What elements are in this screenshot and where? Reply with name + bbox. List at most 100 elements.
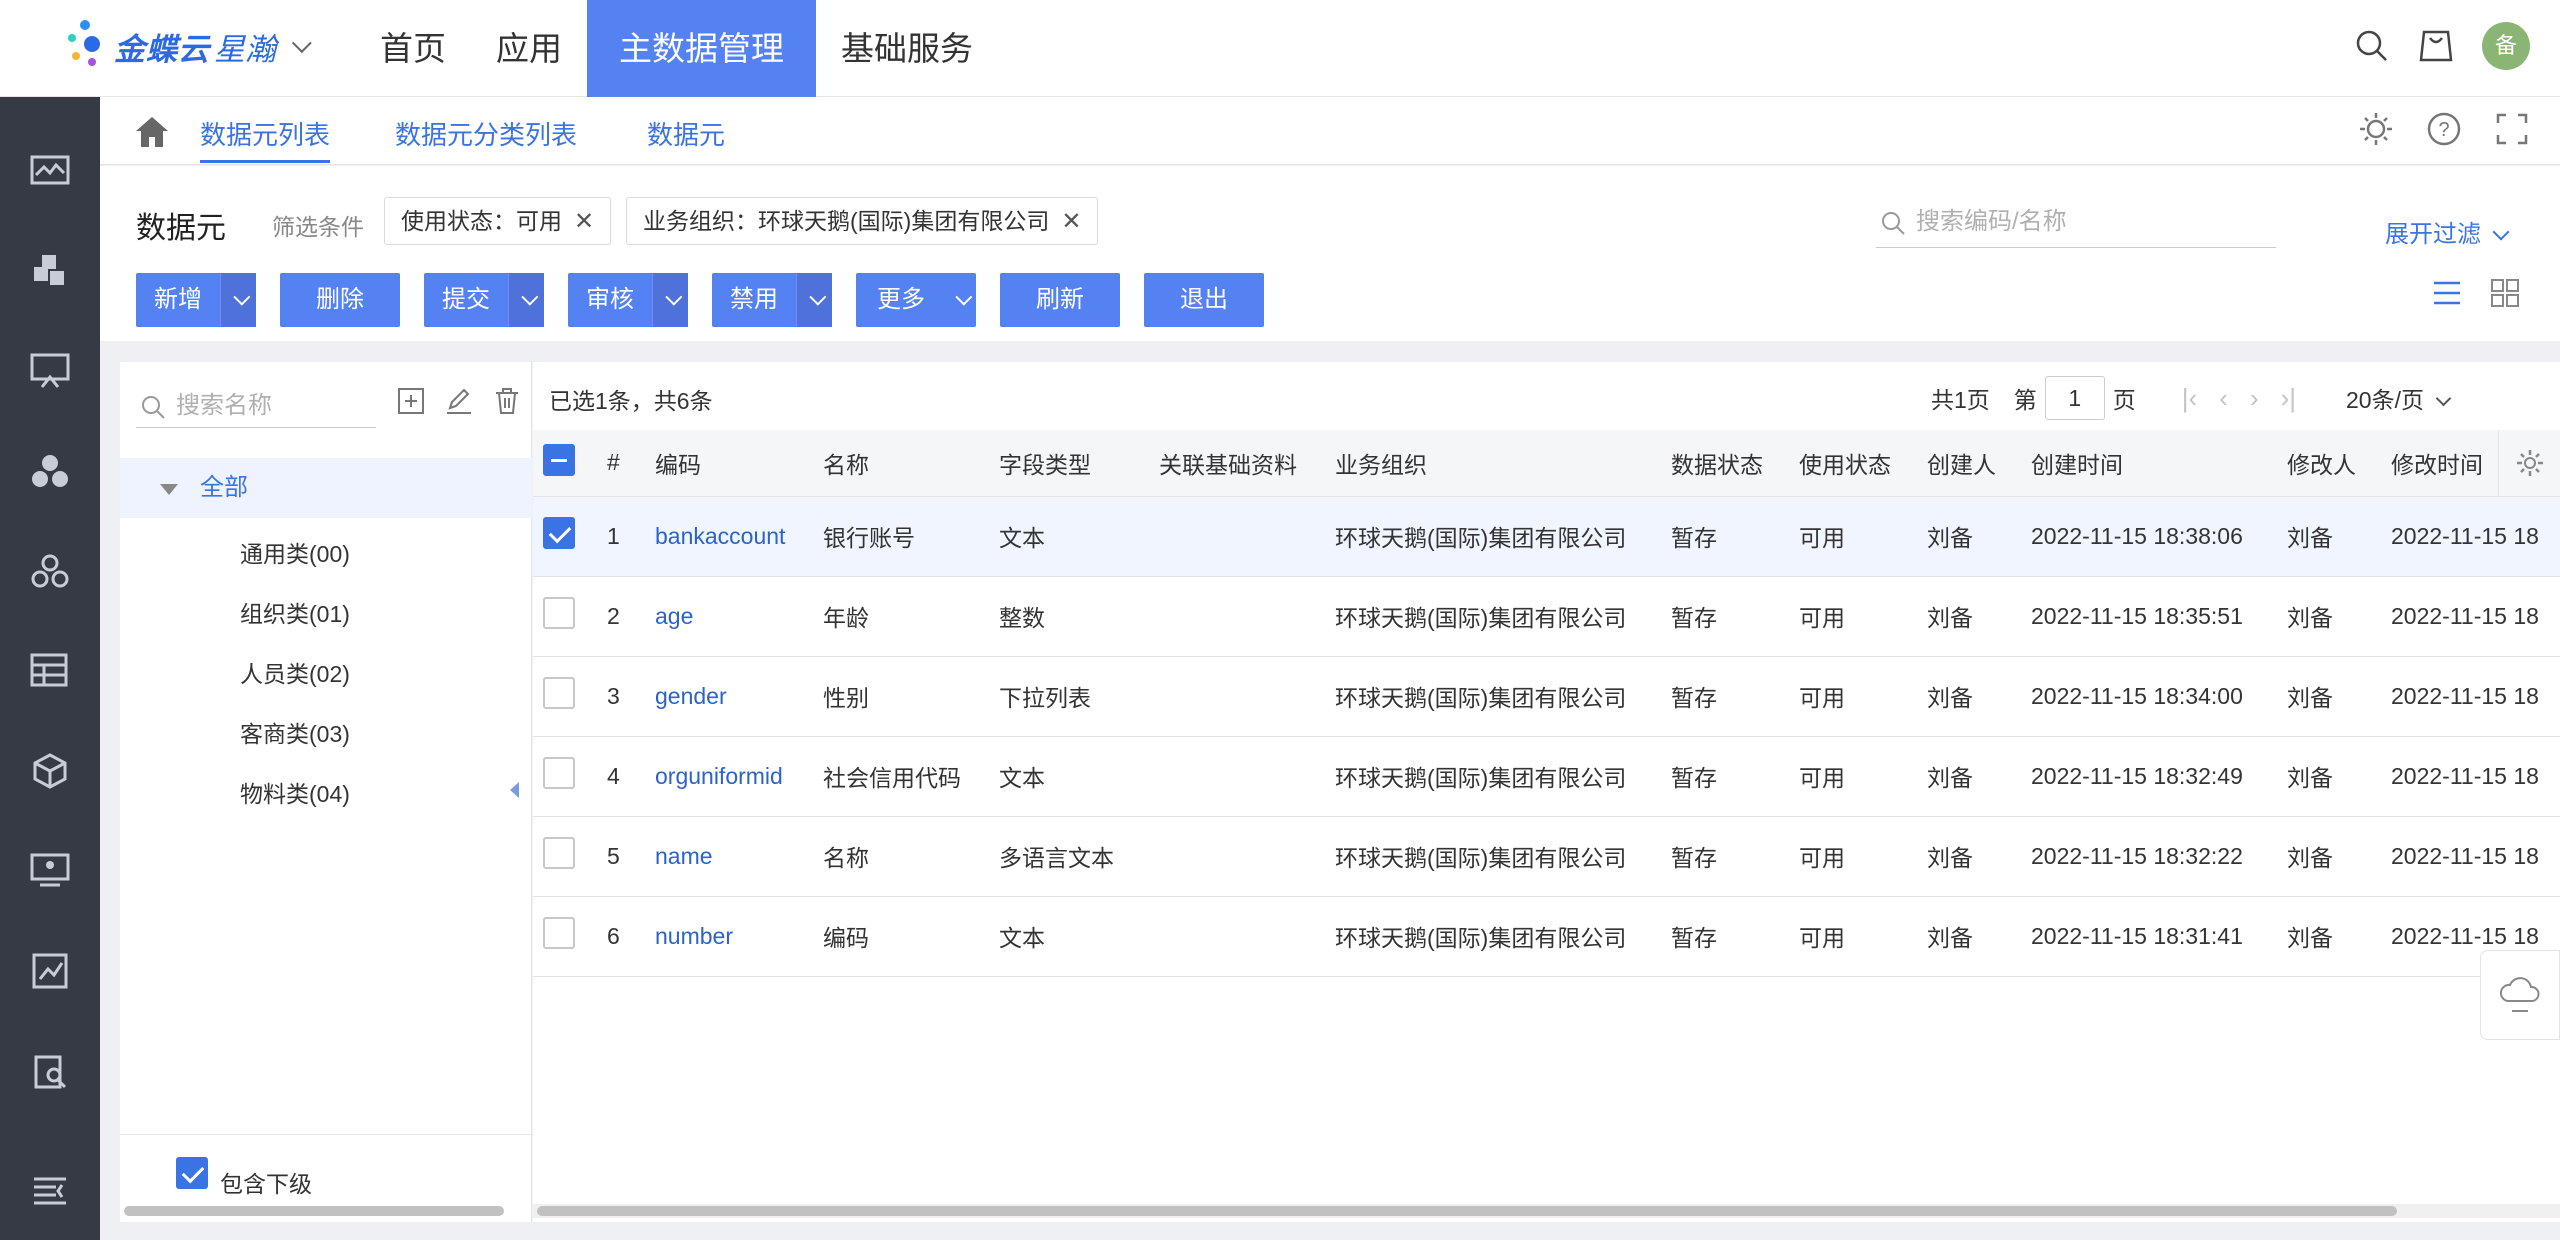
last-page-icon[interactable]: ›| [2281,383,2296,414]
row-checkbox[interactable] [543,837,575,869]
chevron-down-icon[interactable] [796,273,832,327]
chevron-down-icon[interactable] [508,273,544,327]
sidebar-report-icon[interactable] [26,947,74,995]
column-header[interactable]: 字段类型 [989,430,1149,497]
row-checkbox[interactable] [543,597,575,629]
tree-scrollbar[interactable] [124,1206,504,1216]
table-row[interactable]: 6 number 编码 文本 环球天鹅(国际)集团有限公司 暂存 可用 刘备 2022-11-1… [533,896,2560,977]
close-icon[interactable]: ✕ [574,208,594,235]
first-page-icon[interactable]: |‹ [2182,383,2197,414]
sidebar-collapse-icon[interactable] [26,1167,74,1215]
column-header[interactable]: 数据状态 [1661,430,1789,497]
audit-button[interactable]: 审核 [568,273,688,327]
table-row[interactable]: 2 age 年龄 整数 环球天鹅(国际)集团有限公司 暂存 可用 刘备 2022-11-15 1… [533,576,2560,657]
column-header[interactable]: 修改人 [2277,430,2381,497]
table-row[interactable]: 1 bankaccount 银行账号 文本 环球天鹅(国际)集团有限公司 暂存 可用 刘备 20… [533,496,2560,577]
nav-home[interactable]: 首页 [355,0,471,97]
tree-node-root[interactable]: 全部 [120,458,532,518]
column-header[interactable]: # [597,430,645,497]
help-icon[interactable]: ? [2426,111,2462,147]
table-row[interactable]: 5 name 名称 多语言文本 环球天鹅(国际)集团有限公司 暂存 可用 刘备 2022-11-… [533,816,2560,897]
sidebar-monitor-icon[interactable] [26,347,74,395]
page-size-select[interactable]: 20条/页 [2346,381,2452,415]
row-checkbox[interactable] [543,757,575,789]
search-icon[interactable] [2354,28,2390,64]
filter-chip-use-status[interactable]: 使用状态：可用 ✕ [384,197,612,245]
chevron-down-icon[interactable] [652,273,688,327]
search-input[interactable] [1916,208,2256,236]
avatar[interactable]: 备 [2482,22,2530,70]
submit-button[interactable]: 提交 [424,273,544,327]
chevron-left-icon[interactable] [508,780,520,800]
add-node-icon[interactable] [396,386,426,416]
select-all-checkbox[interactable] [543,443,575,476]
cloud-panel[interactable] [2480,950,2560,1040]
fullscreen-icon[interactable] [2494,111,2530,147]
tab-data-element[interactable]: 数据元 [647,115,725,152]
row-checkbox[interactable] [543,917,575,949]
tab-data-element-category-list[interactable]: 数据元分类列表 [395,115,577,152]
disable-button[interactable]: 禁用 [712,273,832,327]
column-header[interactable]: 名称 [813,430,989,497]
column-settings[interactable] [2498,430,2560,496]
list-view-icon[interactable] [2432,278,2462,308]
tab-data-element-list[interactable]: 数据元列表 [200,115,331,163]
cell-code[interactable]: bankaccount [645,496,813,577]
sidebar-table-icon[interactable] [26,647,74,695]
cell-code[interactable]: age [645,576,813,657]
page-number-input[interactable]: 1 [2044,376,2105,420]
horizontal-scrollbar[interactable] [533,1204,2560,1218]
next-page-icon[interactable]: › [2250,383,2259,414]
column-header[interactable]: 创建时间 [2021,430,2277,497]
table-row[interactable]: 4 orguniformid 社会信用代码 文本 环球天鹅(国际)集团有限公司 暂存 可用刘… [533,736,2560,817]
inbox-icon[interactable] [2418,28,2454,64]
tree-node[interactable]: 客商类(03) [240,715,350,749]
tree-node[interactable]: 人员类(02) [240,655,350,689]
close-icon[interactable]: ✕ [1061,208,1081,235]
tree-node[interactable]: 物料类(04) [240,775,350,809]
prev-page-icon[interactable]: ‹ [2219,383,2228,414]
sidebar-cluster-icon[interactable] [26,447,74,495]
row-checkbox[interactable] [543,517,575,549]
caret-down-icon[interactable] [160,484,178,495]
cell-code[interactable]: gender [645,656,813,737]
edit-icon[interactable] [444,386,474,416]
app-logo[interactable]: 金蝶云 星瀚 [66,14,312,78]
tree-node[interactable]: 组织类(01) [240,595,350,629]
sidebar-cube-icon[interactable] [26,747,74,795]
sidebar-clipboard-search-icon[interactable] [26,1047,74,1095]
column-header[interactable]: 业务组织 [1325,430,1661,497]
nav-apps[interactable]: 应用 [471,0,587,97]
add-button[interactable]: 新增 [136,273,256,327]
tree-node[interactable]: 通用类(00) [240,535,350,569]
gear-icon[interactable] [2515,448,2545,478]
table-row[interactable]: 3 gender 性别 下拉列表 环球天鹅(国际)集团有限公司 暂存 可用 刘备 2022-11… [533,656,2560,737]
sidebar-presentation-icon[interactable] [26,847,74,895]
sidebar-dashboard-icon[interactable] [26,147,74,195]
delete-icon[interactable] [492,386,522,416]
bulb-icon[interactable] [2358,111,2394,147]
more-button[interactable]: 更多 [856,273,976,327]
column-header[interactable]: 创建人 [1917,430,2021,497]
grid-view-icon[interactable] [2490,278,2520,308]
column-header[interactable]: 编码 [645,430,813,497]
delete-button[interactable]: 删除 [280,273,400,327]
filter-chip-business-org[interactable]: 业务组织：环球天鹅(国际)集团有限公司 ✕ [626,197,1099,245]
column-header[interactable]: 使用状态 [1789,430,1917,497]
chevron-down-icon[interactable] [220,273,256,327]
scrollbar-thumb[interactable] [537,1206,2397,1216]
cloud-icon[interactable] [2496,975,2544,1015]
home-icon[interactable] [134,115,170,149]
cell-code[interactable]: name [645,816,813,897]
tree-search-input[interactable] [176,392,366,420]
chevron-down-icon[interactable] [291,33,312,54]
sidebar-nodes-icon[interactable] [26,547,74,595]
nav-base-services[interactable]: 基础服务 [816,0,998,97]
expand-filter-link[interactable]: 展开过滤 [2385,214,2510,249]
cell-code[interactable]: orguniformid [645,736,813,817]
include-sub-checkbox[interactable] [176,1157,208,1189]
cell-code[interactable]: number [645,896,813,977]
row-checkbox[interactable] [543,677,575,709]
sidebar-puzzle-icon[interactable] [26,247,74,295]
refresh-button[interactable]: 刷新 [1000,273,1120,327]
